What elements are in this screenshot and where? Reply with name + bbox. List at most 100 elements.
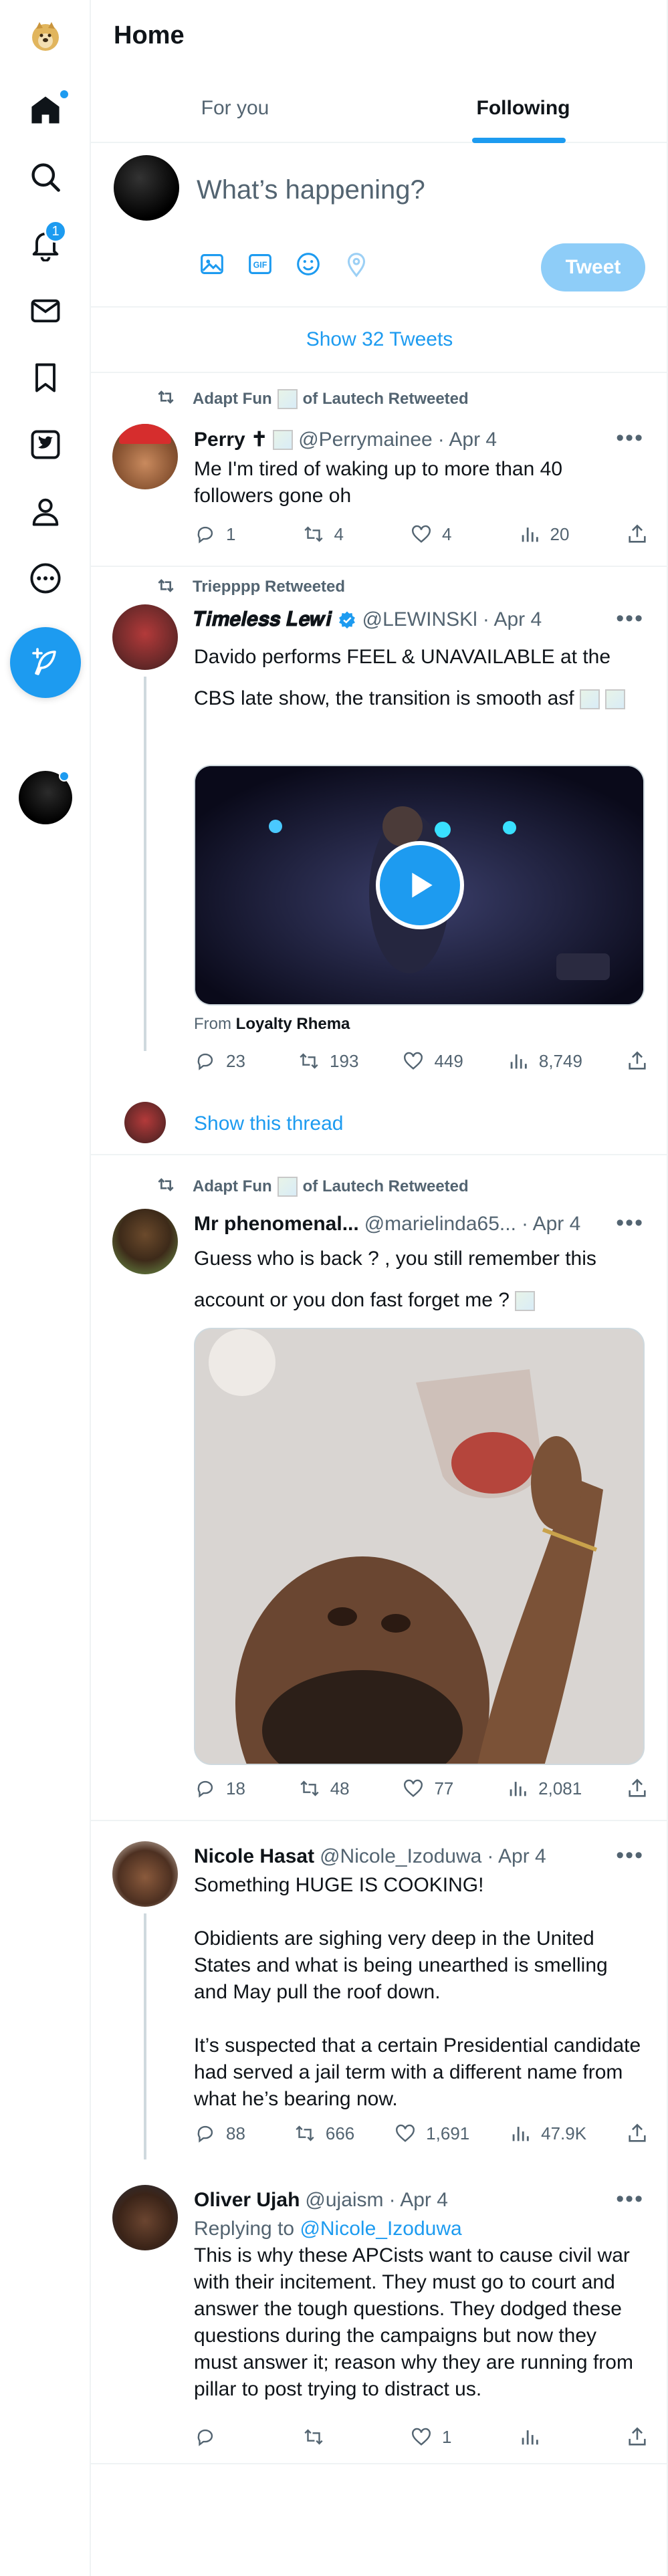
composer-toolbar: GIF	[197, 249, 372, 279]
broken-emoji-image	[579, 689, 600, 710]
nav-bookmarks[interactable]	[12, 344, 79, 411]
retweet-button[interactable]: 666	[294, 2122, 354, 2145]
nav-home[interactable]	[12, 77, 79, 144]
doge-logo-icon[interactable]	[12, 3, 79, 70]
tweet-button[interactable]: Tweet	[541, 243, 645, 291]
tweet[interactable]: Nicole Hasat @Nicole_Izoduwa · Apr 4 •••…	[91, 1821, 668, 2159]
thread-avatar[interactable]	[124, 1102, 166, 1143]
nav-twitter-blue[interactable]	[12, 411, 79, 478]
retweeted-by[interactable]: Adapt Fun of Lautech Retweeted	[193, 389, 469, 409]
handle[interactable]: @Nicole_Izoduwa	[320, 1845, 481, 1868]
retweet-button[interactable]: 193	[298, 1050, 358, 1072]
bird-square-icon	[31, 430, 60, 459]
reply-button[interactable]: 23	[194, 1050, 254, 1072]
more-options-icon[interactable]: •••	[616, 2186, 644, 2212]
retweeted-by[interactable]: Adapt Fun of Lautech Retweeted	[193, 1177, 469, 1197]
reply-button[interactable]: 88	[194, 2122, 254, 2145]
play-button[interactable]	[376, 841, 464, 929]
retweeted-by[interactable]: Triepppp Retweeted	[193, 578, 345, 596]
views-button[interactable]: 20	[518, 523, 578, 546]
thread-connector	[144, 677, 146, 1051]
nav-profile[interactable]	[12, 478, 79, 545]
handle[interactable]: @LEWINSKl	[362, 608, 477, 631]
display-name[interactable]: Perry ✝	[194, 428, 267, 451]
timestamp[interactable]: · Apr 4	[483, 608, 542, 631]
tweet[interactable]: Adapt Fun of Lautech Retweeted Perry ✝ @…	[91, 373, 668, 567]
more-options-icon[interactable]: •••	[616, 425, 644, 451]
views-button[interactable]: 2,081	[506, 1777, 582, 1800]
retweet-button[interactable]: 4	[302, 523, 362, 546]
share-button[interactable]	[626, 2122, 649, 2145]
handle[interactable]: @ujaism	[305, 2189, 383, 2212]
play-icon	[412, 872, 433, 898]
compose-tweet-button[interactable]	[10, 627, 81, 698]
video-source-link[interactable]: Loyalty Rhema	[236, 1015, 350, 1033]
tweet[interactable]: Triepppp Retweeted 𝑻𝒊𝒎𝒆𝒍𝒆𝒔𝒔 𝑳𝒆𝒘𝒊 @LEWINS…	[91, 567, 668, 1155]
heart-icon	[404, 1052, 423, 1070]
nav-notifications[interactable]: 1	[12, 211, 79, 277]
active-tab-indicator	[472, 138, 566, 143]
composer-input[interactable]: What’s happening?	[197, 175, 425, 205]
nav-messages[interactable]	[12, 277, 79, 344]
mail-icon	[31, 299, 60, 323]
share-button[interactable]	[626, 1050, 649, 1072]
views-button[interactable]	[518, 2426, 578, 2448]
views-button[interactable]: 8,749	[507, 1050, 582, 1072]
gif-icon[interactable]: GIF	[245, 249, 275, 279]
emoji-icon[interactable]	[293, 249, 324, 279]
display-name[interactable]: Oliver Ujah	[194, 2189, 300, 2212]
more-options-icon[interactable]: •••	[616, 1843, 644, 1869]
composer-avatar[interactable]	[114, 155, 179, 221]
nav-more[interactable]	[12, 545, 79, 612]
image-icon[interactable]	[197, 249, 227, 279]
display-name[interactable]: Mr phenomenal...	[194, 1213, 359, 1236]
show-new-tweets-link[interactable]: Show 32 Tweets	[91, 308, 668, 373]
like-button[interactable]: 1,691	[394, 2122, 469, 2145]
timestamp[interactable]: · Apr 4	[389, 2189, 448, 2212]
timestamp[interactable]: · Apr 4	[487, 1845, 546, 1868]
tweet[interactable]: Oliver Ujah @ujaism · Apr 4 ••• Replying…	[91, 2159, 668, 2464]
views-button[interactable]: 47.9K	[509, 2122, 586, 2145]
reply-button[interactable]: 18	[194, 1777, 254, 1800]
nav-explore[interactable]	[12, 144, 79, 211]
like-button[interactable]: 1	[410, 2426, 470, 2448]
display-name[interactable]: 𝑻𝒊𝒎𝒆𝒍𝒆𝒔𝒔 𝑳𝒆𝒘𝒊	[194, 608, 332, 631]
like-button[interactable]: 449	[402, 1050, 463, 1072]
tab-following[interactable]: Following	[379, 74, 667, 143]
like-button[interactable]: 77	[402, 1777, 462, 1800]
tab-for-you[interactable]: For you	[91, 74, 379, 143]
retweet-button[interactable]: 48	[298, 1777, 358, 1800]
location-icon[interactable]	[341, 249, 372, 279]
more-options-icon[interactable]: •••	[616, 606, 644, 632]
share-button[interactable]	[626, 2426, 649, 2448]
timestamp[interactable]: · Apr 4	[438, 429, 497, 451]
tweet-photo[interactable]	[194, 1328, 645, 1765]
avatar[interactable]	[112, 424, 178, 489]
share-button[interactable]	[626, 523, 649, 546]
broken-emoji-image	[277, 1177, 298, 1197]
timestamp[interactable]: · Apr 4	[522, 1213, 580, 1236]
handle[interactable]: @marielinda65...	[364, 1213, 516, 1236]
more-options-icon[interactable]: •••	[616, 1210, 644, 1236]
home-icon	[31, 96, 60, 124]
display-name[interactable]: Nicole Hasat	[194, 1845, 314, 1868]
tweet-actions: 18 48 77 2,081	[194, 1777, 649, 1800]
replying-to-link[interactable]: @Nicole_Izoduwa	[300, 2218, 461, 2240]
avatar[interactable]	[112, 1209, 178, 1274]
reply-button[interactable]: 1	[194, 523, 254, 546]
reply-button[interactable]	[194, 2426, 254, 2448]
video-player[interactable]	[194, 765, 645, 1006]
handle[interactable]: @Perrymainee	[298, 429, 433, 451]
tweet[interactable]: Adapt Fun of Lautech Retweeted Mr phenom…	[91, 1155, 668, 1821]
share-button[interactable]	[626, 1777, 649, 1800]
account-avatar[interactable]	[19, 771, 72, 824]
retweet-button[interactable]	[302, 2426, 362, 2448]
unread-dot	[59, 89, 70, 100]
avatar[interactable]	[112, 1841, 178, 1907]
avatar[interactable]	[112, 2185, 178, 2250]
like-button[interactable]: 4	[410, 523, 470, 546]
avatar[interactable]	[112, 604, 178, 670]
heart-icon	[412, 525, 431, 543]
show-thread-link[interactable]: Show this thread	[194, 1113, 343, 1135]
bookmark-icon	[35, 363, 55, 392]
